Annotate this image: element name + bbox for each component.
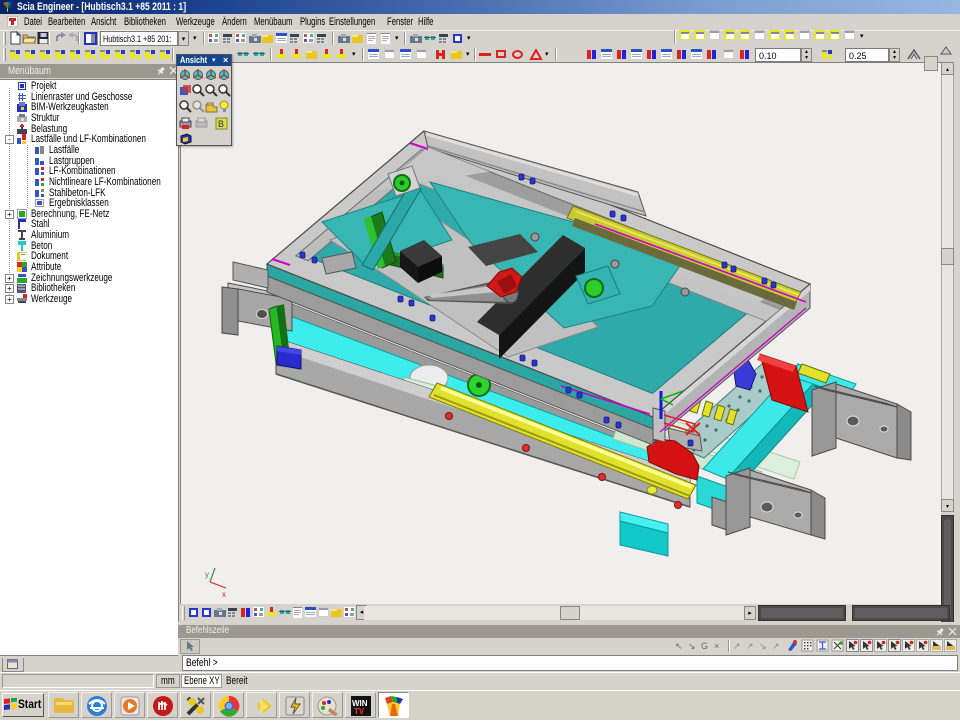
svg-text:B: B (218, 119, 224, 129)
svg-text:TV: TV (354, 707, 365, 716)
